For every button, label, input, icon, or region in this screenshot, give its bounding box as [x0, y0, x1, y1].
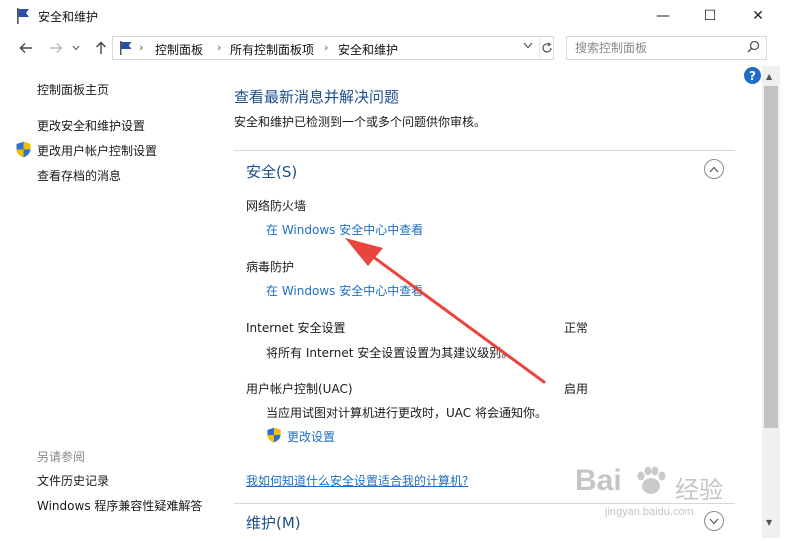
flag-icon	[120, 41, 132, 55]
arrow-left-icon	[19, 43, 32, 53]
section-divider	[234, 150, 735, 151]
file-history-link[interactable]: 文件历史记录	[37, 472, 109, 489]
navigation-bar: › 控制面板 › 所有控制面板项 › 安全和维护	[0, 32, 787, 64]
scrollbar-thumb[interactable]	[764, 86, 778, 428]
search-icon[interactable]	[747, 40, 760, 57]
control-panel-home-link[interactable]: 控制面板主页	[37, 81, 109, 98]
internet-security-description: 将所有 Internet 安全设置设置为其建议级别。	[266, 346, 514, 360]
breadcrumb-separator[interactable]: ›	[324, 41, 328, 54]
uac-status: 启用	[564, 382, 589, 396]
breadcrumb-security-maintenance[interactable]: 安全和维护	[338, 41, 398, 58]
watermark-url: jingyan.baidu.com	[605, 506, 694, 518]
watermark-brand: Bai	[575, 464, 622, 497]
scroll-down-icon[interactable]: ▼	[766, 518, 772, 527]
breadcrumb-separator[interactable]: ›	[139, 41, 143, 54]
search-input[interactable]	[575, 40, 745, 56]
collapse-security-button[interactable]	[704, 159, 724, 179]
close-icon: ✕	[752, 8, 764, 24]
uac-description: 当应用试图对计算机进行更改时，UAC 将会通知你。	[266, 406, 547, 420]
address-dropdown-button[interactable]	[523, 41, 533, 52]
page-title: 查看最新消息并解决问题	[234, 88, 400, 106]
watermark-brand-suffix: 经验	[675, 477, 723, 504]
paw-icon	[637, 466, 666, 494]
breadcrumb-separator[interactable]: ›	[217, 41, 221, 54]
minimize-icon: —	[656, 8, 670, 24]
recent-locations-button[interactable]	[70, 38, 82, 58]
title-bar: 安全和维护 — ☐ ✕	[0, 0, 787, 32]
internet-security-status: 正常	[564, 321, 589, 335]
maximize-icon: ☐	[703, 8, 717, 24]
address-bar[interactable]: › 控制面板 › 所有控制面板项 › 安全和维护	[112, 36, 554, 60]
flag-icon	[17, 8, 29, 24]
uac-shield-icon	[16, 141, 31, 158]
forward-button[interactable]	[46, 38, 66, 58]
scroll-up-icon[interactable]: ▲	[766, 72, 772, 81]
virus-protection-view-link[interactable]: 在 Windows 安全中心中查看	[266, 282, 423, 299]
chevron-down-icon	[72, 45, 80, 51]
close-button[interactable]: ✕	[735, 0, 781, 32]
see-also-heading: 另请参阅	[37, 450, 86, 464]
uac-shield-icon	[267, 427, 281, 443]
breadcrumb-control-panel[interactable]: 控制面板	[155, 41, 203, 58]
baidu-watermark: Bai 经验 jingyan.baidu.com	[575, 456, 755, 526]
window-title: 安全和维护	[38, 10, 99, 24]
help-icon: ?	[749, 68, 756, 83]
maximize-button[interactable]: ☐	[687, 0, 733, 32]
minimize-button[interactable]: —	[640, 0, 686, 32]
compatibility-troubleshooter-link[interactable]: Windows 程序兼容性疑难解答	[37, 497, 202, 514]
back-button[interactable]	[16, 38, 36, 58]
help-button[interactable]: ?	[744, 67, 761, 84]
uac-change-settings-link[interactable]: 更改设置	[287, 428, 335, 445]
security-section-title[interactable]: 安全(S)	[246, 161, 297, 182]
uac-label: 用户帐户控制(UAC)	[246, 382, 353, 396]
maintenance-section-title[interactable]: 维护(M)	[246, 512, 301, 533]
virus-protection-label: 病毒防护	[246, 260, 295, 274]
refresh-icon	[542, 42, 552, 53]
firewall-label: 网络防火墙	[246, 199, 307, 213]
breadcrumb-all-items[interactable]: 所有控制面板项	[230, 41, 314, 58]
firewall-view-link[interactable]: 在 Windows 安全中心中查看	[266, 221, 423, 238]
refresh-button[interactable]	[539, 37, 554, 59]
security-help-link[interactable]: 我如何知道什么安全设置适合我的计算机?	[246, 472, 468, 489]
left-navigation-pane: 控制面板主页 更改安全和维护设置 更改用户帐户控制设置 查看存档的消息 另请参阅…	[0, 64, 222, 541]
change-security-settings-link[interactable]: 更改安全和维护设置	[37, 117, 145, 134]
chevron-up-icon	[709, 166, 719, 172]
vertical-scrollbar[interactable]: ▲ ▼	[762, 66, 780, 538]
internet-security-label: Internet 安全设置	[246, 321, 346, 335]
chevron-down-icon	[523, 42, 533, 49]
view-archived-messages-link[interactable]: 查看存档的消息	[37, 167, 121, 184]
search-box[interactable]	[566, 36, 767, 60]
up-button[interactable]	[91, 38, 111, 58]
change-uac-settings-link[interactable]: 更改用户帐户控制设置	[37, 142, 157, 159]
page-description: 安全和维护已检测到一个或多个问题供你审核。	[234, 115, 487, 129]
arrow-right-icon	[50, 43, 63, 53]
arrow-up-icon	[96, 41, 106, 54]
